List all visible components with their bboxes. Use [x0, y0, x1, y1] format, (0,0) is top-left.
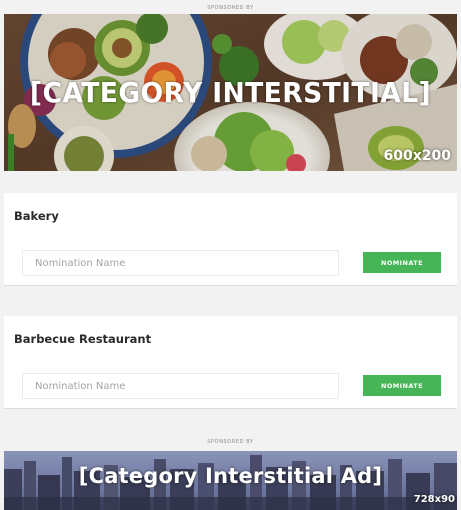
sponsored-by-label-bottom: SPONSORED BY — [207, 439, 254, 445]
nomination-card-bakery: Bakery NOMINATE — [4, 193, 457, 286]
nomination-card-barbecue-restaurant: Barbecue Restaurant NOMINATE — [4, 316, 457, 409]
sponsored-by-label-top: SPONSORED BY — [207, 5, 254, 11]
category-interstitial-banner-bottom[interactable]: [Category Interstitial Ad] 728x90 — [4, 451, 457, 510]
nominate-button[interactable]: NOMINATE — [363, 375, 441, 396]
category-title: Barbecue Restaurant — [14, 332, 152, 346]
nomination-name-input[interactable] — [22, 373, 339, 399]
banner-top-title: [CATEGORY INTERSTITIAL] — [29, 76, 432, 109]
category-interstitial-banner-top[interactable]: [CATEGORY INTERSTITIAL] 600x200 — [4, 14, 457, 171]
nomination-name-input[interactable] — [22, 250, 339, 276]
banner-bottom-title: [Category Interstitial Ad] — [78, 464, 383, 488]
banner-bottom-size-label: 728x90 — [413, 494, 455, 505]
banner-top-size-label: 600x200 — [383, 148, 451, 164]
category-title: Bakery — [14, 209, 59, 223]
nominate-button[interactable]: NOMINATE — [363, 252, 441, 273]
